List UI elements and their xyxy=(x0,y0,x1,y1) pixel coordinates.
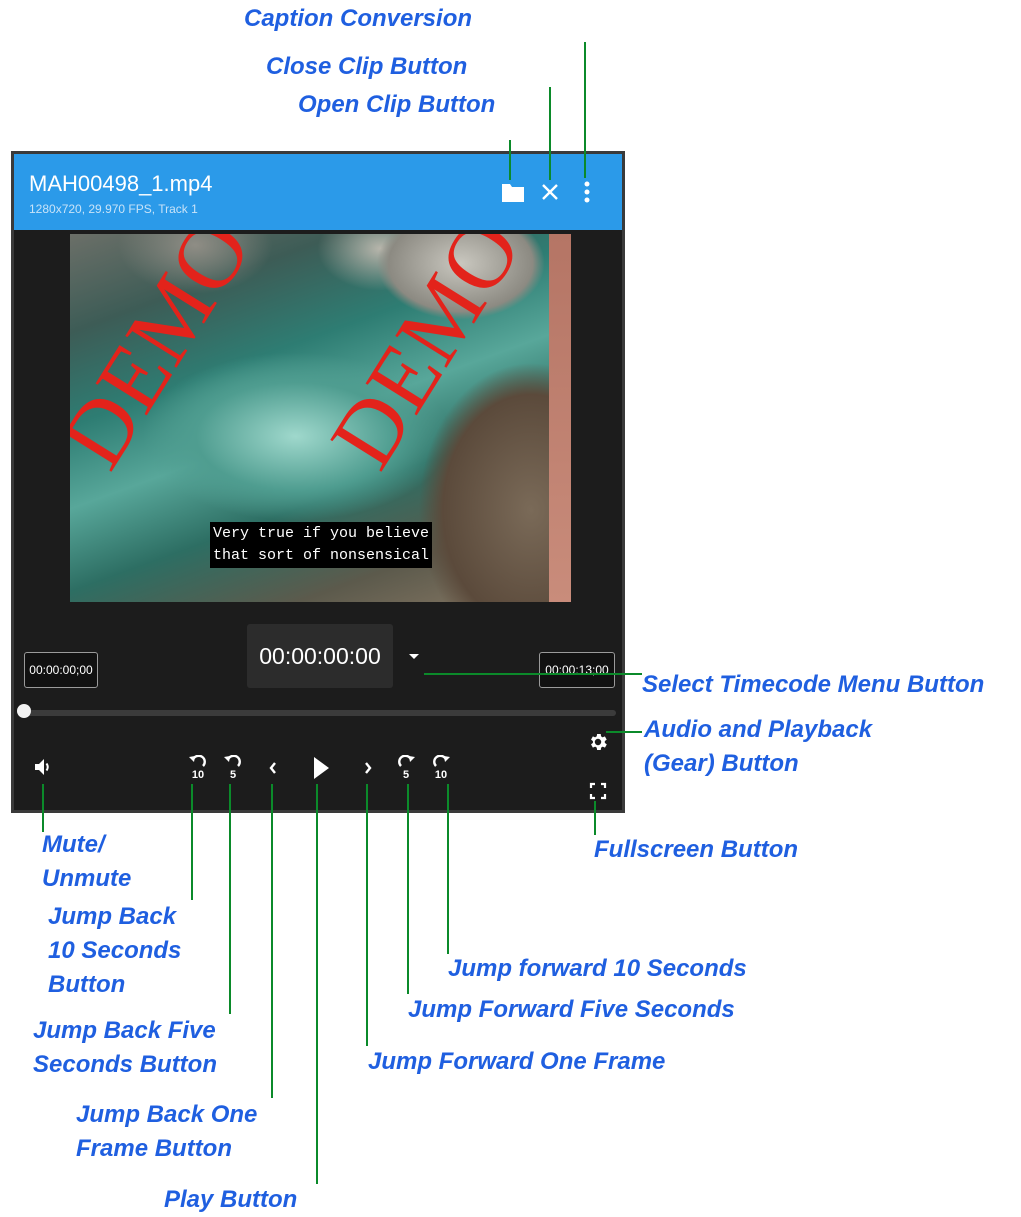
annotation-jump-forward-one-frame: Jump Forward One Frame xyxy=(368,1048,666,1075)
leader-back-one-frame xyxy=(271,784,273,1098)
jump-back-five-button[interactable]: 5 xyxy=(220,752,246,784)
leader-mute xyxy=(42,784,44,832)
annotation-mute-unmute: Mute/ Unmute xyxy=(42,831,132,892)
chevron-left-icon xyxy=(269,762,276,774)
clip-info: 1280x720, 29.970 FPS, Track 1 xyxy=(29,202,198,216)
forward-5-icon xyxy=(398,755,415,767)
play-button[interactable] xyxy=(306,752,336,784)
annotation-select-timecode-menu: Select Timecode Menu Button xyxy=(642,671,985,698)
jump-forward-five-button[interactable]: 5 xyxy=(393,752,419,784)
close-clip-button[interactable] xyxy=(535,176,565,208)
jump-back-five-label: 5 xyxy=(229,769,237,781)
annotation-caption-conversion: Caption Conversion xyxy=(244,5,473,32)
jump-back-10-button[interactable]: 10 xyxy=(184,752,212,784)
leader-gear xyxy=(606,731,642,733)
close-icon xyxy=(542,184,558,200)
select-timecode-menu-button[interactable] xyxy=(407,649,421,663)
jump-forward-five-label: 5 xyxy=(402,769,410,781)
leader-close-clip xyxy=(549,87,551,180)
replay-5-icon xyxy=(224,755,241,767)
jump-back-one-frame-button[interactable] xyxy=(263,755,283,781)
annotation-jump-back-one-frame: Jump Back One Frame Button xyxy=(76,1101,258,1162)
annotation-jump-forward-five: Jump Forward Five Seconds xyxy=(408,996,735,1023)
leader-select-timecode xyxy=(424,673,642,675)
current-timecode[interactable]: 00:00:00:00 xyxy=(247,624,393,688)
leader-forward-10 xyxy=(447,784,449,954)
video-frame: DEMO DEMO Very true if you believe that … xyxy=(70,234,571,602)
subtitle-caption: Very true if you believe that sort of no… xyxy=(210,522,433,568)
start-timecode: 00:00:00;00 xyxy=(24,652,98,688)
annotation-open-clip: Open Clip Button xyxy=(298,91,496,118)
annotation-play: Play Button xyxy=(164,1186,298,1213)
jump-back-10-label: 10 xyxy=(191,769,205,781)
clip-title: MAH00498_1.mp4 xyxy=(29,171,213,196)
leader-back-10 xyxy=(191,784,193,900)
caption-conversion-button[interactable] xyxy=(572,176,602,208)
annotation-audio-playback-gear: Audio and Playback (Gear) Button xyxy=(644,716,873,777)
annotation-jump-back-five: Jump Back Five Seconds Button xyxy=(33,1017,217,1078)
fullscreen-icon xyxy=(589,782,607,800)
leader-open-clip xyxy=(509,140,511,180)
replay-10-icon xyxy=(189,755,206,767)
open-clip-button[interactable] xyxy=(498,176,528,208)
forward-10-icon xyxy=(433,755,450,767)
leader-caption-conversion xyxy=(584,42,586,178)
svg-text:DEMO: DEMO xyxy=(70,234,271,485)
mute-unmute-button[interactable] xyxy=(30,754,56,780)
player-header: MAH00498_1.mp4 1280x720, 29.970 FPS, Tra… xyxy=(14,154,622,230)
volume-icon xyxy=(35,759,49,775)
gear-icon xyxy=(591,734,607,750)
leader-play xyxy=(316,784,318,1184)
seek-bar[interactable] xyxy=(23,710,616,716)
leader-back-five xyxy=(229,784,231,1014)
fullscreen-button[interactable] xyxy=(587,780,609,802)
annotation-jump-forward-10: Jump forward 10 Seconds xyxy=(448,955,747,982)
end-timecode: 00:00:13;00 xyxy=(539,652,615,688)
chevron-right-icon xyxy=(365,762,372,774)
jump-forward-one-frame-button[interactable] xyxy=(358,755,378,781)
annotation-jump-back-10: Jump Back 10 Seconds Button xyxy=(48,903,182,998)
dropdown-arrow-icon xyxy=(409,654,419,659)
video-player: MAH00498_1.mp4 1280x720, 29.970 FPS, Tra… xyxy=(11,151,625,813)
annotation-fullscreen: Fullscreen Button xyxy=(594,836,799,863)
seek-handle[interactable] xyxy=(17,704,31,718)
annotation-close-clip: Close Clip Button xyxy=(266,53,468,80)
jump-forward-10-button[interactable]: 10 xyxy=(427,752,455,784)
leader-fullscreen xyxy=(594,801,596,835)
folder-icon xyxy=(502,184,524,202)
more-vertical-icon xyxy=(584,181,590,203)
jump-forward-10-label: 10 xyxy=(434,769,448,781)
svg-text:DEMO: DEMO xyxy=(310,234,540,485)
leader-forward-one-frame xyxy=(366,784,368,1046)
play-icon xyxy=(314,757,329,779)
leader-forward-five xyxy=(407,784,409,994)
